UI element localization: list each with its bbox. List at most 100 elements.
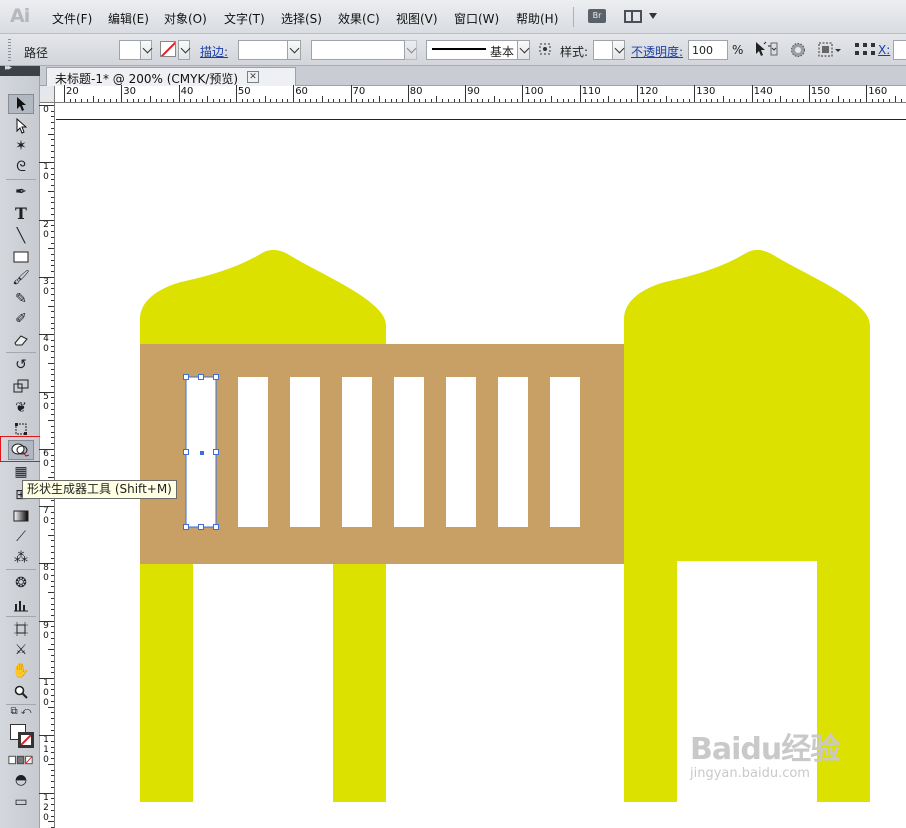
slice-tool[interactable]: ⚔: [8, 640, 34, 660]
stroke-color-box[interactable]: [18, 732, 34, 748]
document-tab[interactable]: 未标题-1* @ 200% (CMYK/预览) ✕: [46, 67, 296, 86]
ruler-tick: [39, 162, 54, 164]
opacity-link[interactable]: 不透明度:: [631, 43, 683, 60]
menu-file[interactable]: 文件(F): [52, 10, 92, 27]
direct-selection-icon: [16, 118, 27, 134]
recolor-wheel-icon[interactable]: [790, 42, 808, 60]
ruler-tick: [230, 99, 232, 102]
panel-grip[interactable]: [8, 39, 11, 61]
menu-object[interactable]: 对象(O): [164, 10, 207, 27]
ruler-tick: [402, 99, 404, 102]
ruler-tick: [665, 96, 667, 102]
symbol-sprayer-tool[interactable]: ❂: [8, 573, 34, 593]
direct-selection-tool[interactable]: [8, 116, 34, 136]
x-coordinate-field[interactable]: [893, 40, 906, 60]
menu-type[interactable]: 文字(T): [224, 10, 265, 27]
left-leg[interactable]: [140, 562, 193, 802]
blend-tool[interactable]: ⁂: [8, 548, 34, 568]
fence-slat[interactable]: [238, 377, 268, 527]
fence-slat[interactable]: [550, 377, 580, 527]
stroke-link[interactable]: 描边:: [200, 43, 228, 60]
warp-tool[interactable]: ❦: [8, 398, 34, 418]
workspace-switcher-button[interactable]: [624, 9, 664, 25]
fill-color-swatch[interactable]: [119, 40, 141, 60]
ruler-tick: [51, 695, 54, 697]
variable-width-dropdown[interactable]: [404, 40, 417, 60]
type-tool[interactable]: T: [8, 204, 34, 224]
recolor-artwork-icon[interactable]: [538, 42, 556, 60]
bridge-button[interactable]: Br: [588, 9, 606, 23]
middle-leg[interactable]: [333, 562, 386, 802]
stroke-weight-field[interactable]: [238, 40, 288, 60]
watermark-brand: Baidu经验: [690, 732, 840, 767]
ruler-tick: [579, 85, 581, 102]
left-roof[interactable]: [140, 249, 386, 344]
vertical-ruler[interactable]: 0102030405060708090100110120: [39, 103, 55, 828]
menu-view[interactable]: 视图(V): [396, 10, 438, 27]
canvas[interactable]: [56, 104, 906, 828]
menu-help[interactable]: 帮助(H): [516, 10, 558, 27]
ruler-v-label: 0: [43, 573, 49, 584]
horizontal-ruler[interactable]: 20 30 40 50 60 70 80 90 100 110 120 130 140 150 160: [55, 85, 906, 103]
ruler-h-label: 100: [524, 86, 544, 97]
default-colors-button[interactable]: ⧉ ⤺: [8, 705, 34, 719]
scale-tool[interactable]: [8, 376, 34, 396]
brush-dropdown[interactable]: [517, 40, 530, 60]
ruler-tick: [51, 723, 54, 725]
opacity-field[interactable]: 100: [688, 40, 728, 60]
fence-slat[interactable]: [290, 377, 320, 527]
drawing-mode-button[interactable]: ◓: [8, 770, 34, 790]
ruler-tick: [247, 99, 249, 102]
menu-effect[interactable]: 效果(C): [338, 10, 380, 27]
select-similar-icon[interactable]: [752, 40, 778, 58]
tools-panel-header[interactable]: ▸▸: [0, 63, 40, 76]
zoom-tool[interactable]: [8, 682, 34, 702]
ruler-origin[interactable]: [40, 86, 55, 103]
ruler-tick: [705, 99, 707, 102]
graphic-style-swatch[interactable]: [593, 40, 613, 60]
ruler-tick: [109, 99, 111, 102]
align-options-icon[interactable]: [818, 41, 841, 59]
graphic-style-dropdown[interactable]: [612, 40, 625, 60]
line-segment-tool[interactable]: ╲: [8, 226, 34, 246]
stroke-weight-dropdown[interactable]: [287, 40, 301, 60]
stroke-color-swatch[interactable]: [160, 41, 176, 57]
perspective-grid-tool[interactable]: ▦: [8, 462, 34, 482]
right-roof[interactable]: [624, 249, 870, 344]
fence-slat[interactable]: [342, 377, 372, 527]
rectangle-tool[interactable]: [8, 247, 34, 267]
menu-edit[interactable]: 编辑(E): [108, 10, 149, 27]
pencil-tool[interactable]: ✎: [8, 289, 34, 309]
menu-window[interactable]: 窗口(W): [454, 10, 499, 27]
fence-slat[interactable]: [446, 377, 476, 527]
ruler-tick: [51, 683, 54, 685]
blob-brush-tool[interactable]: ✐: [8, 309, 34, 329]
ruler-tick: [797, 99, 799, 102]
fence-slat[interactable]: [394, 377, 424, 527]
gradient-tool[interactable]: [8, 506, 34, 526]
hand-tool[interactable]: ✋: [8, 661, 34, 681]
fence-slat[interactable]: [498, 377, 528, 527]
selection-tool[interactable]: [8, 94, 34, 114]
screen-mode-button[interactable]: ▭: [8, 792, 34, 812]
pen-tool[interactable]: ✒: [8, 182, 34, 202]
ruler-tick: [48, 706, 54, 708]
lasso-tool[interactable]: ᘓ: [8, 157, 34, 177]
fill-dropdown[interactable]: [140, 40, 152, 60]
magic-wand-tool[interactable]: ✶: [8, 136, 34, 156]
column-graph-tool[interactable]: [8, 595, 34, 615]
menu-select[interactable]: 选择(S): [281, 10, 322, 27]
rotate-tool[interactable]: ↺: [8, 355, 34, 375]
transform-reference-icon[interactable]: [854, 41, 875, 59]
artboard-tool[interactable]: [8, 619, 34, 639]
close-icon[interactable]: ✕: [247, 71, 259, 83]
eyedropper-tool[interactable]: ⟋: [8, 527, 34, 547]
ruler-tick: [51, 804, 54, 806]
paintbrush-tool[interactable]: 🖌: [8, 268, 34, 288]
x-coordinate-link[interactable]: X:: [878, 43, 890, 57]
eraser-tool[interactable]: [8, 330, 34, 350]
variable-width-field[interactable]: [311, 40, 405, 60]
stroke-dropdown[interactable]: [178, 40, 190, 60]
menu-separator: [573, 7, 574, 27]
color-mode-buttons[interactable]: [8, 752, 34, 768]
